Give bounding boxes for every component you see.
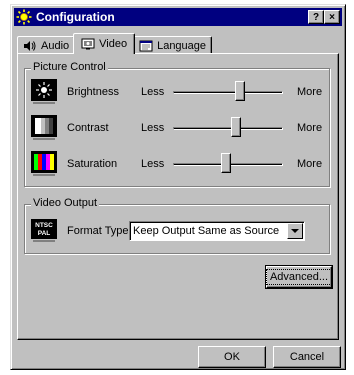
video-tab-panel: Picture Control Brightness Less More Con… (17, 53, 339, 340)
contrast-icon (31, 115, 57, 140)
format-type-value: Keep Output Same as Source (133, 225, 280, 237)
slider-thumb[interactable] (221, 153, 231, 173)
ntsc-text: NTSC (35, 222, 53, 229)
tab-video[interactable]: Video (73, 33, 136, 54)
title-bar[interactable]: Configuration ? × (14, 8, 342, 26)
chevron-down-icon (291, 228, 299, 233)
format-type-select[interactable]: Keep Output Same as Source (129, 221, 305, 241)
slider-thumb[interactable] (235, 81, 245, 101)
brightness-row: Brightness Less More (31, 79, 323, 105)
ok-button-label: OK (224, 351, 240, 363)
contrast-more-label: More (297, 122, 323, 134)
window-title: Configuration (36, 10, 115, 24)
slider-thumb[interactable] (231, 117, 241, 137)
saturation-slider[interactable] (173, 153, 283, 175)
video-output-group: Video Output NTSC PAL Format Type Keep O… (24, 197, 330, 254)
brightness-slider[interactable] (173, 81, 283, 103)
slider-track (173, 91, 283, 94)
picture-control-group: Picture Control Brightness Less More Con… (24, 61, 330, 187)
picture-control-label: Picture Control (31, 61, 108, 73)
tab-strip: Audio Video Language (17, 32, 213, 54)
dropdown-button[interactable] (287, 223, 303, 239)
advanced-button-label: Advanced... (265, 269, 333, 285)
saturation-less-label: Less (141, 158, 165, 170)
saturation-more-label: More (297, 158, 323, 170)
saturation-label: Saturation (67, 158, 118, 170)
brightness-less-label: Less (141, 86, 165, 98)
close-button[interactable]: × (324, 10, 340, 24)
video-icon (81, 38, 95, 50)
tab-video-label: Video (99, 38, 128, 50)
pal-text: PAL (38, 230, 51, 237)
help-button[interactable]: ? (308, 10, 324, 24)
ok-button[interactable]: OK (198, 346, 266, 368)
slider-track (173, 127, 283, 130)
speaker-icon (24, 40, 36, 51)
tab-language[interactable]: Language (133, 36, 213, 54)
brightness-more-label: More (297, 86, 323, 98)
language-icon (139, 40, 153, 51)
brightness-icon (31, 79, 57, 104)
sun-icon (16, 9, 32, 25)
tab-audio-label: Audio (41, 39, 70, 52)
video-output-label: Video Output (31, 197, 100, 209)
cancel-button-label: Cancel (289, 351, 325, 363)
contrast-slider[interactable] (173, 117, 283, 139)
contrast-less-label: Less (141, 122, 165, 134)
tab-audio[interactable]: Audio (17, 36, 76, 54)
configuration-dialog: Configuration ? × Audio Video Language P… (10, 4, 346, 370)
format-type-label: Format Type (67, 225, 129, 237)
advanced-button[interactable]: Advanced... (265, 265, 333, 289)
format-type-row: NTSC PAL Format Type Keep Output Same as… (31, 219, 305, 243)
contrast-label: Contrast (67, 122, 109, 134)
cancel-button[interactable]: Cancel (273, 346, 341, 368)
contrast-row: Contrast Less More (31, 115, 323, 141)
color-bars-icon (31, 151, 57, 176)
tab-language-label: Language (157, 39, 207, 52)
ntsc-pal-icon: NTSC PAL (31, 219, 57, 242)
saturation-row: Saturation Less More (31, 151, 323, 177)
brightness-label: Brightness (67, 86, 119, 98)
